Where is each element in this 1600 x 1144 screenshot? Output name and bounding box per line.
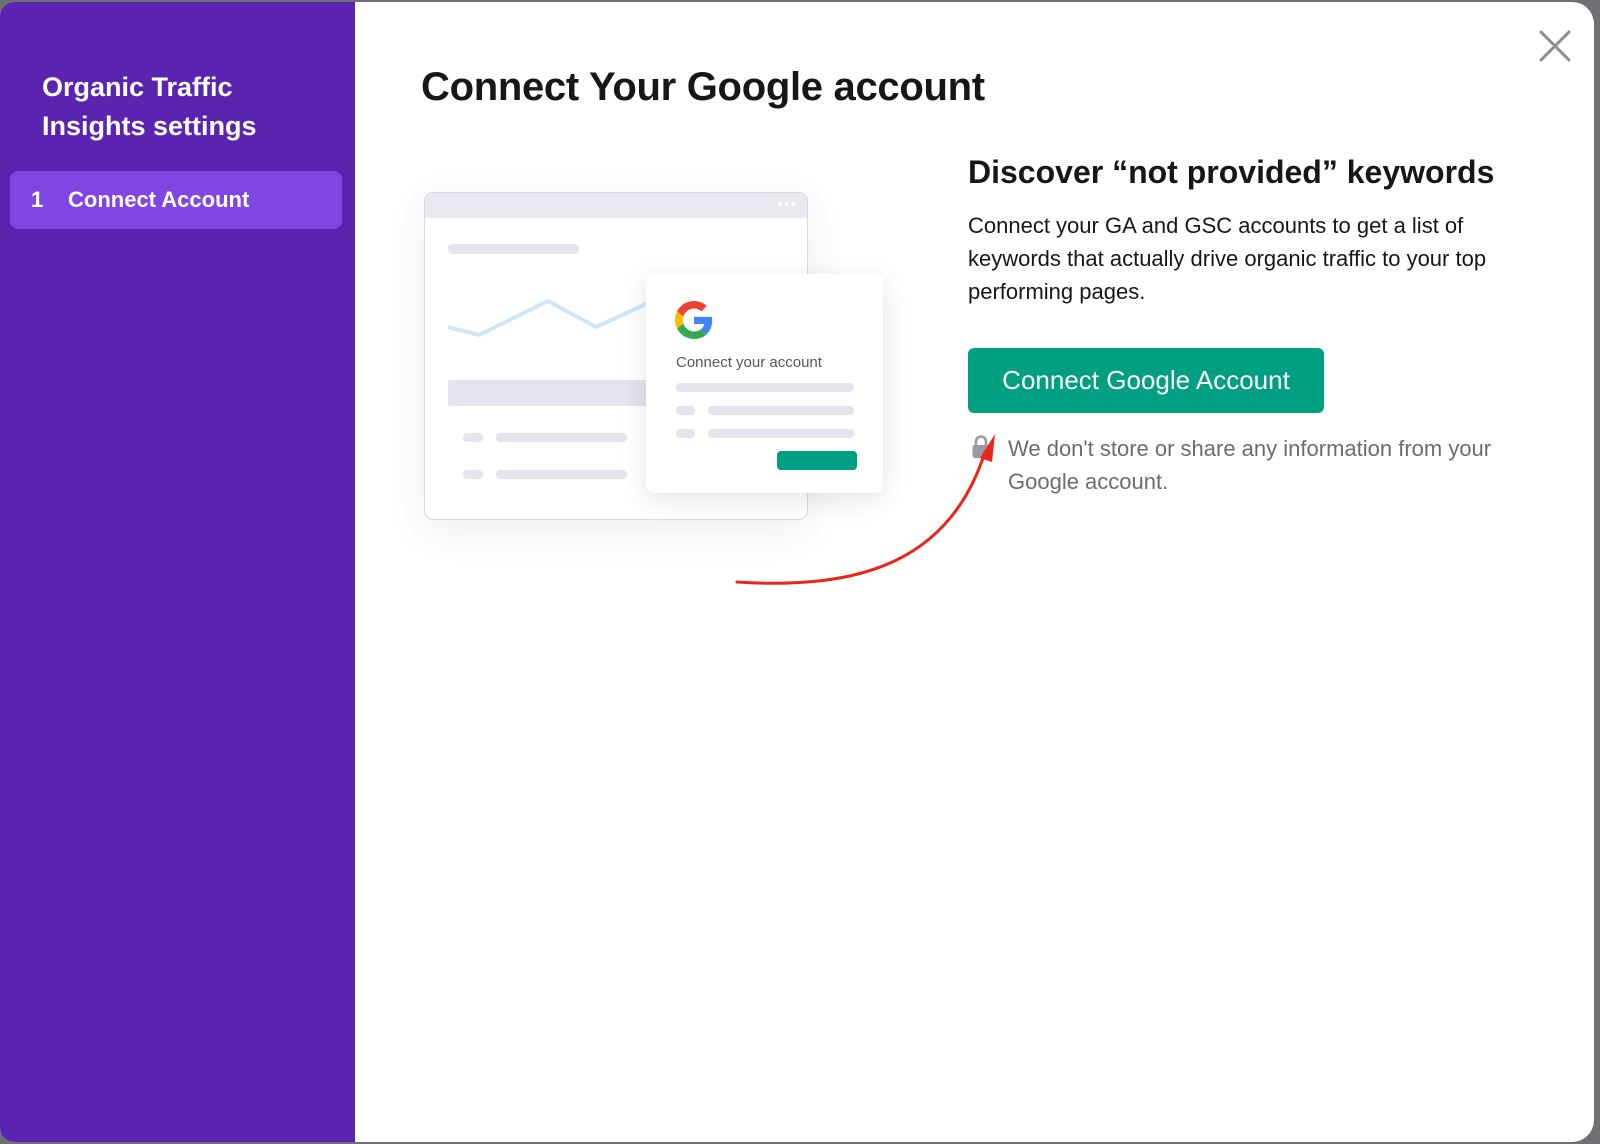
connect-google-account-button[interactable]: Connect Google Account <box>968 348 1324 413</box>
card-connect-text: Connect your account <box>676 354 822 371</box>
google-connect-card: Connect your account <box>646 274 883 493</box>
lock-icon <box>972 435 990 458</box>
close-icon[interactable] <box>1535 26 1575 66</box>
section-description: Connect your GA and GSC accounts to get … <box>968 213 1487 304</box>
skeleton-dot <box>463 433 483 442</box>
skeleton-line <box>496 470 627 479</box>
window-dots-icon: ••• <box>777 196 797 213</box>
google-logo-icon <box>675 301 713 339</box>
step-number: 1 <box>31 187 44 212</box>
skeleton-dot <box>676 429 695 438</box>
skeleton-dot <box>463 470 483 479</box>
privacy-note: We don't store or share any information … <box>1008 436 1492 494</box>
skeleton-line <box>708 429 854 438</box>
section-title: Discover “not provided” keywords <box>968 154 1495 190</box>
step-label: Connect Account <box>68 187 250 212</box>
skeleton-line <box>676 383 854 392</box>
skeleton-dot <box>676 406 695 415</box>
google-connect-illustration: ••• Connect your account <box>421 192 891 592</box>
sidebar-title: Organic Traffic Insights settings <box>42 72 257 141</box>
skeleton-line <box>496 433 627 442</box>
sidebar-step-connect-account[interactable]: 1 Connect Account <box>10 171 342 229</box>
page-title: Connect Your Google account <box>421 65 985 109</box>
skeleton-line <box>448 244 579 254</box>
skeleton-line <box>708 406 854 415</box>
browser-title-bar: ••• <box>425 193 807 218</box>
settings-modal: Organic Traffic Insights settings 1 Conn… <box>0 2 1594 1142</box>
settings-sidebar: Organic Traffic Insights settings 1 Conn… <box>0 2 355 1142</box>
line-chart-icon <box>448 299 649 337</box>
card-button-illustration <box>777 451 857 470</box>
